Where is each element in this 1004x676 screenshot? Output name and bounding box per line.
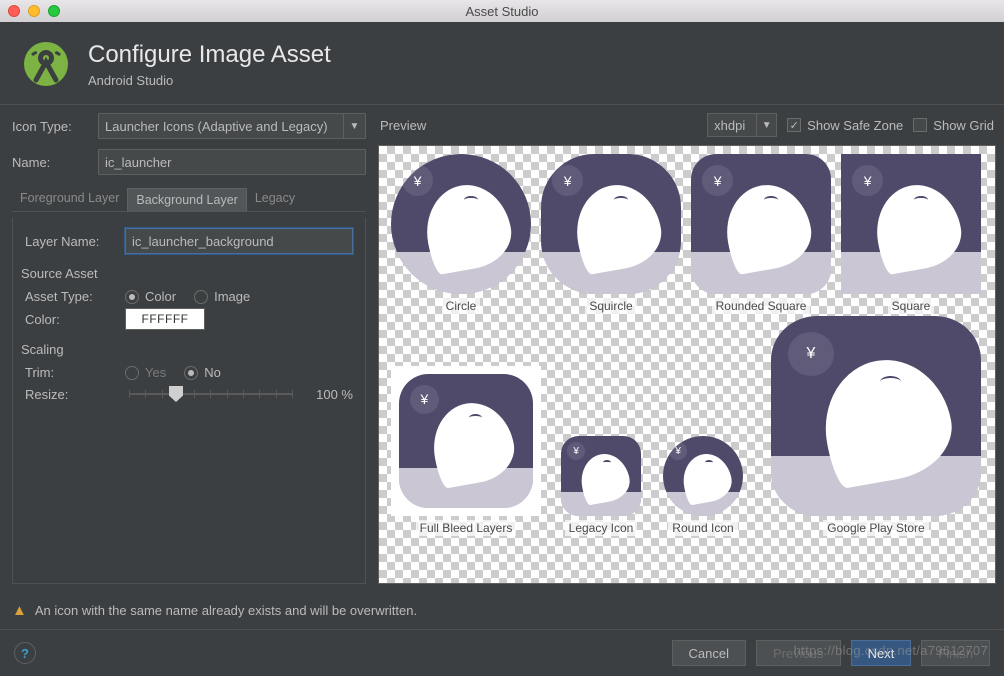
resize-label: Resize: <box>25 387 117 402</box>
layer-tabs: Foreground Layer Background Layer Legacy <box>12 187 366 212</box>
warning-row: ▲ An icon with the same name already exi… <box>0 592 1004 629</box>
preview-circle-label: Circle <box>442 298 481 314</box>
trim-no-radio[interactable]: No <box>184 365 221 380</box>
preview-rounded-square-label: Rounded Square <box>712 298 811 314</box>
icon-type-value: Launcher Icons (Adaptive and Legacy) <box>105 119 328 134</box>
close-window-icon[interactable] <box>8 5 20 17</box>
window-title: Asset Studio <box>466 4 539 19</box>
layer-name-label: Layer Name: <box>25 234 117 249</box>
preview-legacy-label: Legacy Icon <box>565 520 638 536</box>
warning-text: An icon with the same name already exist… <box>35 603 417 618</box>
titlebar: Asset Studio <box>0 0 1004 22</box>
previous-button[interactable]: Previous <box>756 640 841 666</box>
radio-icon <box>125 366 139 380</box>
preview-squircle-icon: ¥ <box>541 154 681 294</box>
radio-icon <box>194 290 208 304</box>
preview-play-store-icon: ¥ <box>771 316 981 516</box>
minimize-window-icon[interactable] <box>28 5 40 17</box>
preview-play-store-label: Google Play Store <box>823 520 928 536</box>
show-safe-zone-checkbox[interactable]: Show Safe Zone <box>787 118 903 133</box>
checkbox-icon <box>913 118 927 132</box>
dialog-header: Configure Image Asset Android Studio <box>0 22 1004 104</box>
asset-type-label: Asset Type: <box>25 289 117 304</box>
android-studio-logo-icon <box>22 40 70 88</box>
chevron-down-icon: ▼ <box>756 114 776 136</box>
trim-yes-radio[interactable]: Yes <box>125 365 166 380</box>
help-button[interactable]: ? <box>14 642 36 664</box>
resize-value: 100 % <box>305 387 353 402</box>
radio-icon <box>184 366 198 380</box>
asset-type-image-radio[interactable]: Image <box>194 289 250 304</box>
asset-type-color-radio[interactable]: Color <box>125 289 176 304</box>
preview-full-bleed-label: Full Bleed Layers <box>416 520 517 536</box>
finish-button[interactable]: Finish <box>921 640 990 666</box>
density-select[interactable]: xhdpi ▼ <box>707 113 777 137</box>
layer-name-input[interactable] <box>125 228 353 254</box>
preview-round-icon: ¥ <box>663 436 743 516</box>
show-grid-checkbox[interactable]: Show Grid <box>913 118 994 133</box>
scaling-label: Scaling <box>21 342 357 357</box>
resize-slider[interactable] <box>129 384 293 404</box>
maximize-window-icon[interactable] <box>48 5 60 17</box>
icon-type-select[interactable]: Launcher Icons (Adaptive and Legacy) ▼ <box>98 113 366 139</box>
checkbox-icon <box>787 118 801 132</box>
page-title: Configure Image Asset <box>88 41 331 69</box>
preview-full-bleed-icon: ¥ <box>391 366 541 516</box>
preview-legacy-icon: ¥ <box>561 436 641 516</box>
page-subtitle: Android Studio <box>88 73 331 88</box>
header-separator <box>0 104 1004 105</box>
preview-rounded-square-icon: ¥ <box>691 154 831 294</box>
tab-background-layer[interactable]: Background Layer <box>127 188 246 212</box>
name-label: Name: <box>12 155 90 170</box>
radio-icon <box>125 290 139 304</box>
source-asset-label: Source Asset <box>21 266 357 281</box>
tab-foreground-layer[interactable]: Foreground Layer <box>12 187 127 211</box>
preview-label: Preview <box>380 118 426 133</box>
color-label: Color: <box>25 312 117 327</box>
name-input[interactable] <box>98 149 366 175</box>
density-value: xhdpi <box>714 118 745 133</box>
preview-square-icon: ¥ <box>841 154 981 294</box>
tab-legacy[interactable]: Legacy <box>247 187 303 211</box>
preview-square-label: Square <box>888 298 935 314</box>
window-controls <box>8 5 60 17</box>
color-swatch[interactable]: FFFFFF <box>125 308 205 330</box>
trim-label: Trim: <box>25 365 117 380</box>
next-button[interactable]: Next <box>851 640 912 666</box>
preview-squircle-label: Squircle <box>585 298 636 314</box>
chevron-down-icon: ▼ <box>343 114 365 138</box>
preview-circle-icon: ¥ <box>391 154 531 294</box>
preview-round-label: Round Icon <box>668 520 737 536</box>
slider-thumb-icon[interactable] <box>169 386 183 402</box>
preview-area: ¥ Circle ¥ Squircle ¥ <box>378 145 996 584</box>
icon-type-label: Icon Type: <box>12 119 90 134</box>
cancel-button[interactable]: Cancel <box>672 640 746 666</box>
warning-icon: ▲ <box>12 602 27 619</box>
